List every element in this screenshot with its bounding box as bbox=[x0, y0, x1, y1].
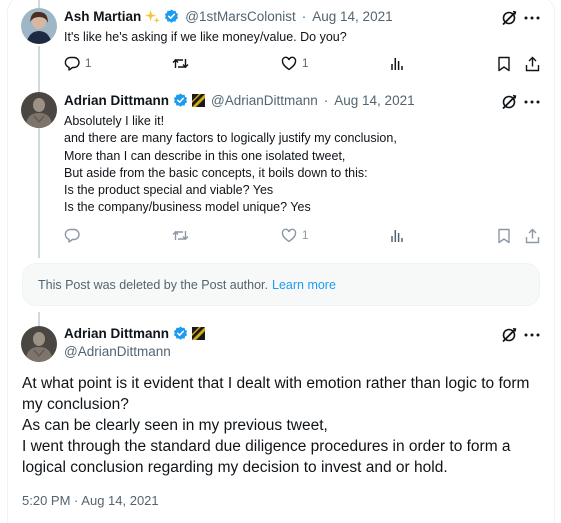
text-line: Absolutely I like it! bbox=[64, 114, 165, 128]
main-handle-row: @AdrianDittmann bbox=[64, 344, 171, 359]
more-options-icon[interactable] bbox=[523, 93, 541, 111]
post-date[interactable]: Aug 14, 2021 bbox=[312, 9, 392, 24]
grok-icon[interactable] bbox=[500, 93, 518, 111]
text-line: As can be clearly seen in my previous tw… bbox=[22, 417, 328, 434]
verified-badge-icon[interactable] bbox=[173, 326, 188, 341]
post-date[interactable]: Aug 14, 2021 bbox=[334, 93, 414, 108]
author-handle[interactable]: @AdrianDittmann bbox=[64, 344, 171, 359]
like-count: 1 bbox=[302, 57, 309, 70]
like-button[interactable]: 1 bbox=[281, 56, 308, 71]
reply-button[interactable] bbox=[64, 228, 85, 243]
share-button[interactable] bbox=[525, 56, 545, 72]
more-options-icon[interactable] bbox=[523, 9, 541, 27]
post-timestamp[interactable]: 5:20 PM · Aug 14, 2021 bbox=[22, 493, 159, 508]
like-count: 1 bbox=[302, 229, 309, 242]
verified-badge-icon[interactable] bbox=[164, 9, 179, 24]
text-line: Is the product special and viable? Yes bbox=[64, 183, 274, 198]
affiliate-badge-icon[interactable] bbox=[192, 327, 206, 340]
author-handle[interactable]: @1stMarsColonist bbox=[185, 9, 296, 24]
text-line: I went through the standard due diligenc… bbox=[22, 438, 511, 476]
grok-icon[interactable] bbox=[500, 326, 518, 344]
reply2-header: Adrian Dittmann @AdrianDittmann · Aug 14… bbox=[64, 93, 415, 108]
thread-line-top bbox=[38, 0, 40, 8]
reply2-text: Absolutely I like it! and there are many… bbox=[64, 113, 397, 217]
learn-more-link[interactable]: Learn more bbox=[272, 278, 336, 292]
bookmark-button[interactable] bbox=[497, 228, 516, 244]
sparkles-emoji-icon bbox=[145, 9, 160, 24]
grok-icon[interactable] bbox=[500, 9, 518, 27]
verified-badge-icon[interactable] bbox=[173, 93, 188, 108]
avatar-adrian[interactable] bbox=[21, 92, 57, 128]
author-name[interactable]: Adrian Dittmann bbox=[64, 93, 169, 108]
post-time: 5:20 PM bbox=[22, 493, 71, 508]
avatar-adrian-main[interactable] bbox=[21, 326, 57, 362]
thread-line-1 bbox=[38, 46, 40, 92]
meta-separator: · bbox=[301, 9, 307, 24]
author-name[interactable]: Ash Martian bbox=[64, 9, 141, 24]
like-button[interactable]: 1 bbox=[281, 228, 308, 243]
repost-button[interactable] bbox=[172, 56, 194, 71]
text-line: Is the company/business model unique? Ye… bbox=[64, 200, 311, 215]
reply1-header: Ash Martian @1stMarsColonist · Aug 14, 2… bbox=[64, 9, 393, 24]
views-button[interactable] bbox=[390, 228, 409, 243]
views-button[interactable] bbox=[390, 56, 409, 71]
affiliate-badge-icon[interactable] bbox=[192, 94, 206, 107]
avatar-ash[interactable] bbox=[21, 8, 57, 44]
reply-count: 1 bbox=[85, 57, 92, 70]
author-name[interactable]: Adrian Dittmann bbox=[64, 326, 169, 341]
deleted-notice-text: This Post was deleted by the Post author… bbox=[38, 277, 268, 292]
main-header: Adrian Dittmann bbox=[64, 326, 206, 341]
deleted-post-notice: This Post was deleted by the Post author… bbox=[22, 263, 540, 306]
thread-line-2 bbox=[38, 128, 40, 258]
post-date: Aug 14, 2021 bbox=[81, 493, 159, 508]
text-line: At what point is it evident that I dealt… bbox=[22, 375, 530, 413]
thread-line-3 bbox=[38, 312, 40, 326]
text-line: More than I can describe in this one iso… bbox=[64, 148, 346, 163]
more-options-icon[interactable] bbox=[523, 326, 541, 344]
reply1-text: It's like he's asking if we like money/v… bbox=[64, 30, 347, 44]
bookmark-button[interactable] bbox=[497, 56, 516, 72]
repost-button[interactable] bbox=[172, 228, 194, 243]
reply-button[interactable]: 1 bbox=[64, 56, 91, 71]
meta-separator: · bbox=[74, 493, 79, 508]
author-handle[interactable]: @AdrianDittmann bbox=[211, 93, 318, 108]
main-post-text: At what point is it evident that I dealt… bbox=[22, 373, 547, 478]
text-line: But aside from the basic concepts, it bo… bbox=[64, 165, 368, 180]
meta-separator: · bbox=[323, 93, 329, 108]
text-line: and there are many factors to logically … bbox=[64, 131, 397, 146]
share-button[interactable] bbox=[525, 228, 545, 244]
